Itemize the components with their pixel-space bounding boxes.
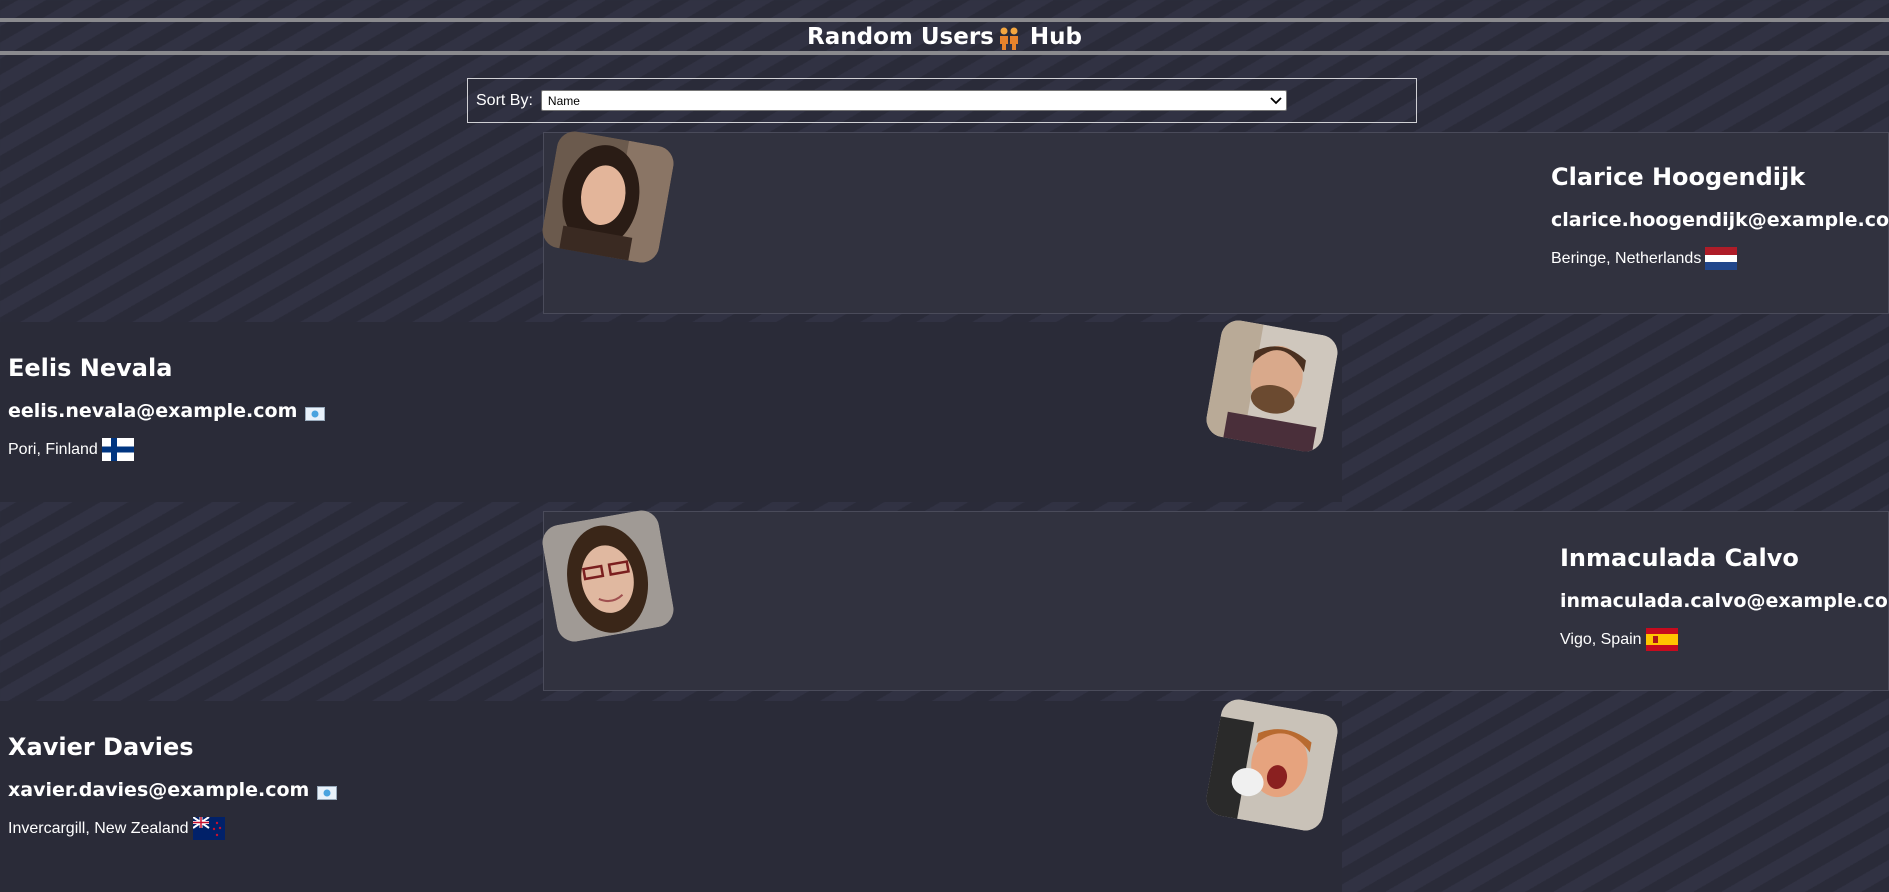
user-location: Beringe, Netherlands	[1551, 249, 1702, 267]
finland-flag-icon	[101, 438, 134, 461]
people-icon	[998, 26, 1020, 50]
sort-selected-value: Name	[547, 93, 580, 108]
user-name: Xavier Davies	[8, 733, 194, 761]
avatar	[1203, 696, 1341, 834]
sort-select[interactable]: Name	[540, 90, 1287, 111]
user-location: Pori, Finland	[8, 440, 98, 458]
chevron-down-icon	[1270, 94, 1282, 108]
user-card: Clarice Hoogendijk clarice.hoogendijk@ex…	[539, 128, 1889, 314]
app-header: Random Users Hub	[0, 18, 1889, 55]
app-title: Random Users	[807, 23, 994, 50]
user-card: Xavier Davies xavier.davies@example.com …	[0, 696, 1342, 892]
avatar	[539, 128, 677, 266]
user-card: Inmaculada Calvo inmaculada.calvo@exampl…	[539, 507, 1889, 691]
user-email[interactable]: clarice.hoogendijk@example.com	[1551, 209, 1889, 231]
spain-flag-icon	[1645, 628, 1678, 651]
user-card: Eelis Nevala eelis.nevala@example.com Po…	[0, 317, 1342, 502]
user-email[interactable]: eelis.nevala@example.com	[8, 400, 297, 422]
user-name: Eelis Nevala	[8, 354, 173, 382]
avatar	[539, 507, 677, 645]
app-title-suffix: Hub	[1029, 23, 1082, 50]
sort-label: Sort By:	[476, 91, 533, 109]
user-location: Invercargill, New Zealand	[8, 819, 189, 837]
user-email[interactable]: inmaculada.calvo@example.com	[1560, 590, 1889, 612]
user-name: Inmaculada Calvo	[1560, 544, 1799, 572]
mail-icon	[305, 404, 326, 421]
user-name: Clarice Hoogendijk	[1551, 163, 1806, 191]
netherlands-flag-icon	[1705, 247, 1738, 270]
user-email[interactable]: xavier.davies@example.com	[8, 779, 309, 801]
avatar	[1203, 317, 1341, 455]
mail-icon	[317, 783, 338, 800]
user-location: Vigo, Spain	[1560, 630, 1642, 648]
new-zealand-flag-icon	[191, 816, 225, 840]
sort-bar: Sort By: Name	[467, 78, 1417, 123]
